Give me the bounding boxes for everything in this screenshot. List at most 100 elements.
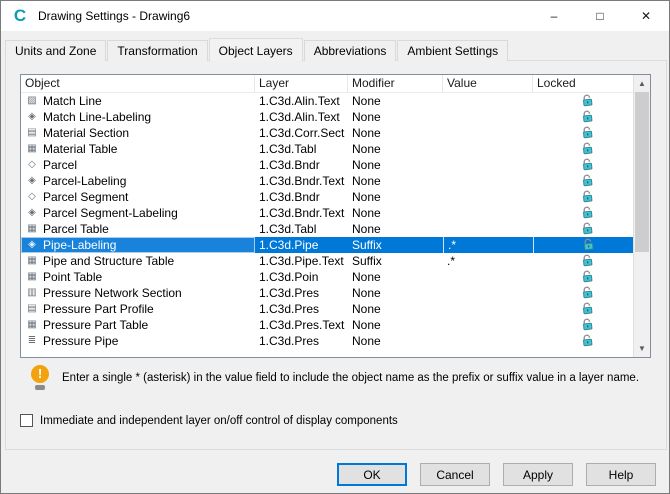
layer-cell[interactable]: 1.C3d.Pres.Text [255, 317, 348, 333]
lock-icon[interactable] [580, 333, 594, 347]
layer-cell[interactable]: 1.C3d.Pres [255, 301, 348, 317]
modifier-cell[interactable]: None [348, 189, 443, 205]
modifier-cell[interactable]: None [348, 269, 443, 285]
object-cell[interactable]: ◇ Parcel [21, 157, 255, 173]
modifier-cell[interactable]: None [348, 317, 443, 333]
lock-icon[interactable] [581, 237, 595, 251]
value-cell[interactable] [443, 109, 533, 125]
scroll-up-icon[interactable]: ▲ [634, 75, 650, 92]
locked-cell[interactable] [533, 269, 633, 285]
layer-cell[interactable]: 1.C3d.Bndr.Text [255, 205, 348, 221]
object-cell[interactable]: ◈ Match Line-Labeling [21, 109, 255, 125]
lock-icon[interactable] [580, 301, 594, 315]
tab-transformation[interactable]: Transformation [107, 40, 208, 61]
table-row[interactable]: ▥ Pressure Network Section 1.C3d.Pres None [21, 285, 633, 301]
lock-icon[interactable] [580, 109, 594, 123]
object-cell[interactable]: ▦ Material Table [21, 141, 255, 157]
locked-cell[interactable] [533, 205, 633, 221]
locked-cell[interactable] [533, 253, 633, 269]
locked-cell[interactable] [533, 141, 633, 157]
object-cell[interactable]: ▦ Parcel Table [21, 221, 255, 237]
cancel-button[interactable]: Cancel [420, 463, 490, 486]
value-cell[interactable] [443, 205, 533, 221]
object-cell[interactable]: ▨ Match Line [21, 93, 255, 109]
lock-icon[interactable] [580, 205, 594, 219]
locked-cell[interactable] [533, 221, 633, 237]
value-cell[interactable] [443, 285, 533, 301]
layer-cell[interactable]: 1.C3d.Pres [255, 285, 348, 301]
lock-icon[interactable] [580, 317, 594, 331]
table-row[interactable]: ▦ Parcel Table 1.C3d.Tabl None [21, 221, 633, 237]
modifier-cell[interactable]: None [348, 141, 443, 157]
object-cell[interactable]: ▦ Pressure Part Table [21, 317, 255, 333]
minimize-button[interactable]: – [531, 1, 577, 31]
value-cell[interactable] [443, 173, 533, 189]
value-cell[interactable] [443, 221, 533, 237]
layer-cell[interactable]: 1.C3d.Tabl [255, 221, 348, 237]
table-row[interactable]: ▨ Match Line 1.C3d.Alin.Text None [21, 93, 633, 109]
value-cell[interactable]: .* [443, 237, 533, 253]
layer-cell[interactable]: 1.C3d.Corr.Sect [255, 125, 348, 141]
table-row[interactable]: ▦ Point Table 1.C3d.Poin None [21, 269, 633, 285]
layer-cell[interactable]: 1.C3d.Alin.Text [255, 109, 348, 125]
titlebar[interactable]: C Drawing Settings - Drawing6 – □ ✕ [1, 1, 669, 31]
locked-cell[interactable] [533, 237, 633, 253]
lock-icon[interactable] [580, 141, 594, 155]
table-row[interactable]: ◇ Parcel 1.C3d.Bndr None [21, 157, 633, 173]
table-row[interactable]: ◇ Parcel Segment 1.C3d.Bndr None [21, 189, 633, 205]
value-cell[interactable] [443, 317, 533, 333]
modifier-cell[interactable]: None [348, 173, 443, 189]
tab-ambient-settings[interactable]: Ambient Settings [397, 40, 509, 61]
table-row[interactable]: ◈ Parcel Segment-Labeling 1.C3d.Bndr.Text N… [21, 205, 633, 221]
object-cell[interactable]: ▦ Point Table [21, 269, 255, 285]
table-row[interactable]: ◈ Pipe-Labeling 1.C3d.Pipe Suffix .* [21, 237, 633, 253]
lock-icon[interactable] [580, 253, 594, 267]
value-cell[interactable]: .* [443, 253, 533, 269]
value-cell[interactable] [443, 301, 533, 317]
value-cell[interactable] [443, 157, 533, 173]
layer-cell[interactable]: 1.C3d.Pipe [255, 237, 348, 253]
modifier-cell[interactable]: None [348, 125, 443, 141]
object-cell[interactable]: ▥ Pressure Network Section [21, 285, 255, 301]
lock-icon[interactable] [580, 285, 594, 299]
layer-cell[interactable]: 1.C3d.Poin [255, 269, 348, 285]
value-cell[interactable] [443, 93, 533, 109]
layer-cell[interactable]: 1.C3d.Pres [255, 333, 348, 349]
table-row[interactable]: ◈ Parcel-Labeling 1.C3d.Bndr.Text None [21, 173, 633, 189]
object-cell[interactable]: ▦ Pipe and Structure Table [21, 253, 255, 269]
modifier-cell[interactable]: Suffix [348, 253, 443, 269]
modifier-cell[interactable]: None [348, 301, 443, 317]
vertical-scrollbar[interactable]: ▲ ▼ [633, 75, 650, 357]
locked-cell[interactable] [533, 157, 633, 173]
object-cell[interactable]: ◈ Parcel Segment-Labeling [21, 205, 255, 221]
layer-cell[interactable]: 1.C3d.Bndr.Text [255, 173, 348, 189]
locked-cell[interactable] [533, 125, 633, 141]
lock-icon[interactable] [580, 221, 594, 235]
locked-cell[interactable] [533, 189, 633, 205]
table-row[interactable]: ▤ Material Section 1.C3d.Corr.Sect None [21, 125, 633, 141]
independent-layer-checkbox[interactable] [20, 414, 33, 427]
table-row[interactable]: ▦ Material Table 1.C3d.Tabl None [21, 141, 633, 157]
modifier-cell[interactable]: None [348, 93, 443, 109]
lock-icon[interactable] [580, 189, 594, 203]
modifier-cell[interactable]: None [348, 333, 443, 349]
object-cell[interactable]: ≣ Pressure Pipe [21, 333, 255, 349]
value-cell[interactable] [443, 269, 533, 285]
locked-cell[interactable] [533, 285, 633, 301]
layer-cell[interactable]: 1.C3d.Bndr [255, 157, 348, 173]
tab-object-layers[interactable]: Object Layers [208, 38, 303, 62]
locked-cell[interactable] [533, 333, 633, 349]
ok-button[interactable]: OK [337, 463, 407, 486]
close-button[interactable]: ✕ [623, 1, 669, 31]
lock-icon[interactable] [580, 93, 594, 107]
table-row[interactable]: ▦ Pressure Part Table 1.C3d.Pres.Text None [21, 317, 633, 333]
modifier-cell[interactable]: None [348, 285, 443, 301]
object-cell[interactable]: ◈ Parcel-Labeling [21, 173, 255, 189]
value-cell[interactable] [443, 189, 533, 205]
apply-button[interactable]: Apply [503, 463, 573, 486]
column-header-object[interactable]: Object [21, 75, 255, 92]
table-row[interactable]: ◈ Match Line-Labeling 1.C3d.Alin.Text None [21, 109, 633, 125]
locked-cell[interactable] [533, 173, 633, 189]
object-cell[interactable]: ▤ Pressure Part Profile [21, 301, 255, 317]
lock-icon[interactable] [580, 125, 594, 139]
